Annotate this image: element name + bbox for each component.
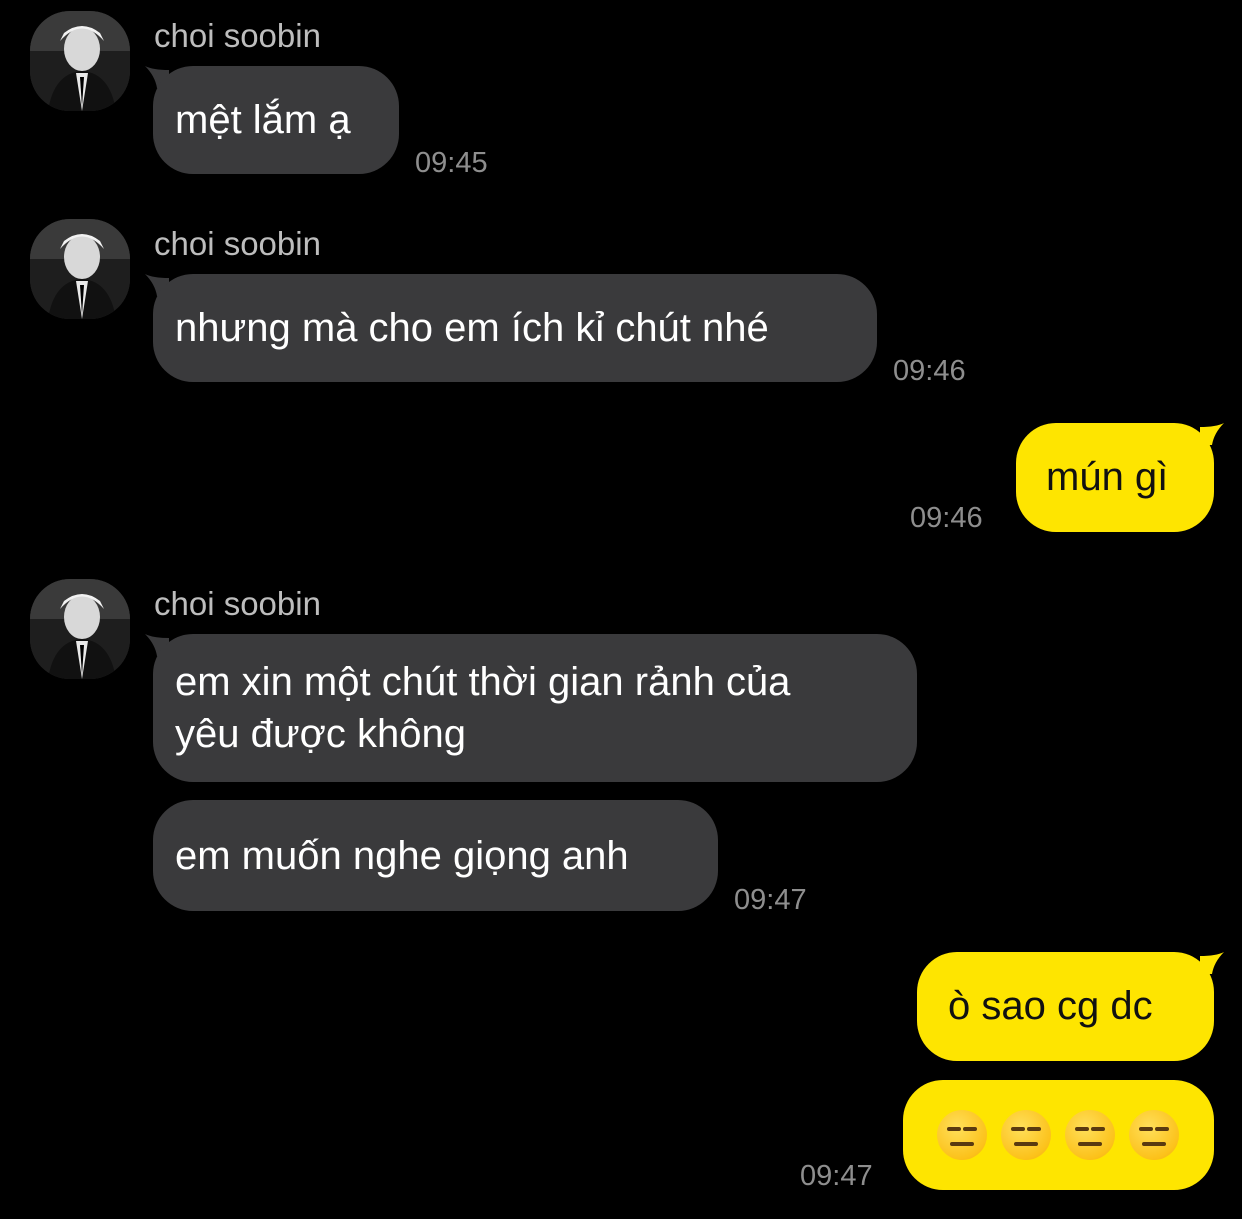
avatar-photo xyxy=(30,11,130,111)
message-bubble-outgoing[interactable]: mún gì xyxy=(1016,423,1214,532)
bubble-tail xyxy=(1200,423,1224,445)
message-text: mệt lắm ạ xyxy=(175,98,351,142)
expressionless-face-icon xyxy=(1129,1110,1179,1160)
message-time: 09:46 xyxy=(893,355,966,387)
message-text: nhưng mà cho em ích kỉ chút nhé xyxy=(175,306,769,350)
expressionless-face-icon xyxy=(1001,1110,1051,1160)
sender-name: choi soobin xyxy=(154,225,321,262)
message-bubble-outgoing-emoji[interactable] xyxy=(903,1080,1214,1190)
bubble-tail xyxy=(1200,952,1224,974)
message-bubble-incoming[interactable]: nhưng mà cho em ích kỉ chút nhé xyxy=(153,274,877,382)
message-text: mún gì xyxy=(1046,455,1169,499)
contact-avatar[interactable] xyxy=(30,219,130,319)
message-bubble-incoming[interactable]: em xin một chút thời gian rảnh của yêu đ… xyxy=(153,634,917,782)
contact-avatar[interactable] xyxy=(30,11,130,111)
emoji-row xyxy=(937,1080,1180,1190)
message-text-line-2: yêu được không xyxy=(175,712,466,756)
sender-name: choi soobin xyxy=(154,585,321,622)
message-text: ò sao cg dc xyxy=(948,984,1153,1028)
sender-name: choi soobin xyxy=(154,17,321,54)
message-text: em muốn nghe giọng anh xyxy=(175,834,629,878)
avatar-photo xyxy=(30,579,130,679)
avatar-photo xyxy=(30,219,130,319)
message-time: 09:47 xyxy=(800,1160,873,1192)
message-time: 09:47 xyxy=(734,884,807,916)
message-bubble-incoming[interactable]: em muốn nghe giọng anh xyxy=(153,800,718,911)
message-time: 09:45 xyxy=(415,147,488,179)
message-time: 09:46 xyxy=(910,502,983,534)
message-bubble-incoming[interactable]: mệt lắm ạ xyxy=(153,66,399,174)
expressionless-face-icon xyxy=(1065,1110,1115,1160)
message-bubble-outgoing[interactable]: ò sao cg dc xyxy=(917,952,1214,1061)
message-text-line-1: em xin một chút thời gian rảnh của xyxy=(175,660,791,704)
expressionless-face-icon xyxy=(937,1110,987,1160)
contact-avatar[interactable] xyxy=(30,579,130,679)
